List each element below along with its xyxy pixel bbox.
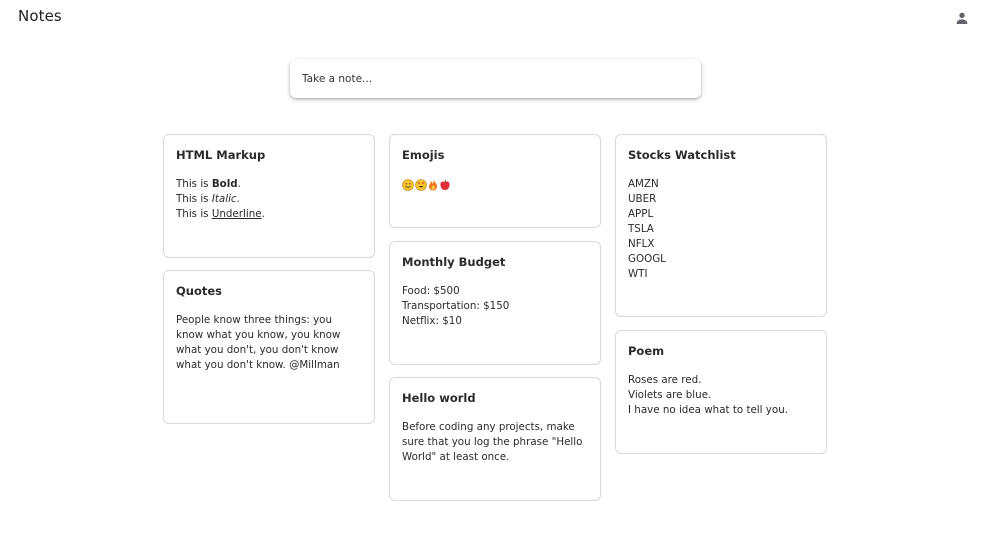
emoji-row — [402, 177, 588, 192]
note-line: Roses are red. — [628, 374, 702, 386]
note-line: WTI — [628, 268, 648, 280]
note-card-stocks-watchlist[interactable]: Stocks Watchlist AMZN UBER APPL TSLA NFL… — [615, 134, 827, 317]
apple-icon — [440, 179, 450, 190]
note-line: Transportation: $150 — [402, 300, 510, 312]
note-card-emojis[interactable]: Emojis — [389, 134, 601, 228]
note-line: This is Italic. — [176, 193, 240, 205]
note-composer — [290, 59, 701, 98]
heart-eyes-face-icon — [415, 178, 427, 191]
note-line: Netflix: $10 — [402, 315, 462, 327]
note-line: TSLA — [628, 223, 654, 235]
top-bar: Notes — [0, 0, 991, 36]
note-title: Monthly Budget — [402, 255, 506, 269]
note-title: Quotes — [176, 284, 223, 298]
note-body: Before coding any projects, make sure th… — [402, 421, 583, 463]
italic-text: Italic — [211, 193, 237, 205]
note-body: People know three things: you know what … — [176, 314, 341, 371]
account-button[interactable] — [950, 7, 974, 29]
app-title: Notes — [18, 7, 62, 25]
note-line: NFLX — [628, 238, 655, 250]
note-title: Emojis — [402, 148, 445, 162]
underline-text: Underline — [211, 208, 262, 220]
note-line: APPL — [628, 208, 654, 220]
fire-icon — [429, 179, 437, 190]
note-line: UBER — [628, 193, 657, 205]
note-body: Food: $500 Transportation: $150 Netflix:… — [402, 284, 588, 329]
note-line: I have no idea what to tell you. — [628, 404, 788, 416]
note-title: Stocks Watchlist — [628, 148, 736, 162]
note-card-html-markup[interactable]: HTML Markup This is Bold. This is Italic… — [163, 134, 375, 258]
note-card-hello-world[interactable]: Hello world Before coding any projects, … — [389, 377, 601, 501]
bold-text: Bold — [211, 178, 238, 190]
note-line: AMZN — [628, 178, 659, 190]
smiling-face-icon — [402, 178, 414, 191]
note-body: Roses are red. Violets are blue. I have … — [628, 373, 814, 418]
note-title: HTML Markup — [176, 148, 266, 162]
note-line: Violets are blue. — [628, 389, 712, 401]
note-card-poem[interactable]: Poem Roses are red. Violets are blue. I … — [615, 330, 827, 454]
note-body: This is Bold. This is Italic. This is Un… — [176, 177, 362, 222]
note-card-monthly-budget[interactable]: Monthly Budget Food: $500 Transportation… — [389, 241, 601, 365]
note-line: GOOGL — [628, 253, 666, 265]
take-note-input[interactable] — [302, 59, 682, 98]
note-line: This is Underline. — [176, 208, 265, 220]
note-title: Hello world — [402, 391, 476, 405]
note-card-quotes[interactable]: Quotes People know three things: you kno… — [163, 270, 375, 424]
person-icon — [956, 12, 968, 24]
note-line: Food: $500 — [402, 285, 460, 297]
note-body: AMZN UBER APPL TSLA NFLX GOOGL WTI — [628, 177, 814, 282]
note-line: This is Bold. — [176, 178, 241, 190]
note-title: Poem — [628, 344, 665, 358]
